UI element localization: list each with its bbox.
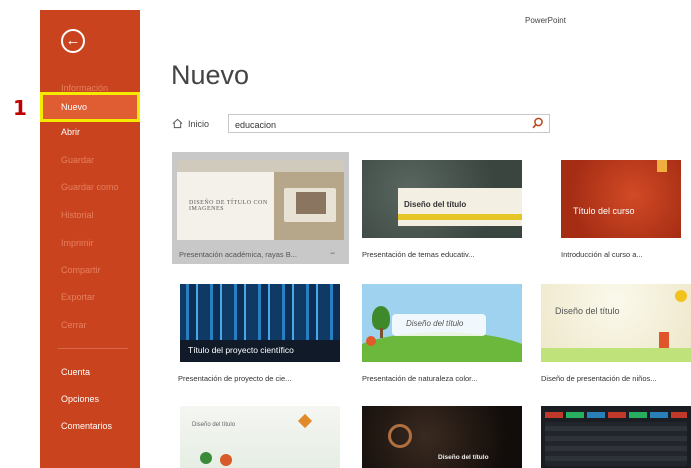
thumbnail-title: Título del curso bbox=[573, 206, 635, 216]
thumbnail-title: Diseño del título bbox=[438, 454, 489, 461]
template-thumbnail: Título del proyecto científico bbox=[180, 284, 340, 362]
sidebar-item-imprimir[interactable]: Imprimir bbox=[40, 228, 140, 258]
template-caption: Introducción al curso a... bbox=[561, 250, 643, 259]
template-thumbnail bbox=[541, 406, 691, 468]
backstage-sidebar: ← Información Nuevo Abrir Guardar Guarda… bbox=[40, 10, 140, 468]
search-icon[interactable] bbox=[530, 116, 545, 131]
template-thumbnail: Diseño del título bbox=[362, 160, 522, 238]
page-title: Nuevo bbox=[171, 60, 250, 90]
sidebar-item-cuenta[interactable]: Cuenta bbox=[40, 357, 140, 387]
template-tile[interactable]: Título del proyecto científico Presentac… bbox=[178, 284, 340, 389]
template-caption: Presentación de proyecto de cie... bbox=[178, 374, 292, 383]
thumbnail-title: Diseño del título bbox=[555, 306, 620, 316]
search-input[interactable] bbox=[229, 115, 533, 134]
sidebar-item-compartir[interactable]: Compartir bbox=[40, 255, 140, 285]
back-arrow-icon[interactable]: ← bbox=[61, 29, 85, 53]
home-icon bbox=[172, 118, 183, 129]
template-thumbnail: Título del curso bbox=[561, 160, 681, 238]
sidebar-item-abrir[interactable]: Abrir bbox=[40, 117, 140, 147]
sidebar-item-cerrar[interactable]: Cerrar bbox=[40, 310, 140, 340]
sidebar-item-guardar[interactable]: Guardar bbox=[40, 145, 140, 175]
template-caption: Presentación de temas educativ... bbox=[362, 250, 475, 259]
template-tile[interactable] bbox=[541, 406, 691, 468]
template-tile[interactable]: Diseño del título Presentación de temas … bbox=[362, 160, 522, 265]
template-tile[interactable]: Diseño del título Presentación de natura… bbox=[362, 284, 522, 389]
pin-icon[interactable]: − bbox=[330, 248, 335, 258]
template-tile[interactable]: DISEÑO DE TÍTULO CON IMAGENES Presentaci… bbox=[172, 152, 349, 264]
sidebar-item-guardar-como[interactable]: Guardar como bbox=[40, 172, 140, 202]
step-marker: 1 bbox=[13, 96, 27, 120]
thumbnail-title: DISEÑO DE TÍTULO CON IMAGENES bbox=[189, 200, 268, 212]
sidebar-divider bbox=[58, 348, 128, 349]
thumbnail-title: Diseño del título bbox=[406, 319, 464, 328]
template-tile[interactable]: Diseño del título Diseño de presentación… bbox=[541, 284, 691, 389]
thumbnail-title: Título del proyecto científico bbox=[188, 345, 294, 355]
home-link[interactable]: Inicio bbox=[172, 118, 209, 129]
home-label: Inicio bbox=[188, 119, 210, 129]
template-caption: Diseño de presentación de niños... bbox=[541, 374, 657, 383]
template-thumbnail: Diseño del título bbox=[362, 284, 522, 362]
template-tile[interactable]: Título del curso Introducción al curso a… bbox=[561, 160, 691, 265]
search-box bbox=[228, 114, 550, 134]
template-tile[interactable]: Diseño del título bbox=[362, 406, 522, 468]
template-caption: Presentación de naturaleza color... bbox=[362, 374, 478, 383]
thumbnail-title: Diseño del título bbox=[192, 422, 236, 428]
template-thumbnail: Diseño del título bbox=[362, 406, 522, 468]
sidebar-item-historial[interactable]: Historial bbox=[40, 200, 140, 230]
sidebar-item-comentarios[interactable]: Comentarios bbox=[40, 411, 140, 441]
template-thumbnail: Diseño del título bbox=[180, 406, 340, 468]
sidebar-item-exportar[interactable]: Exportar bbox=[40, 282, 140, 312]
template-caption: Presentación académica, rayas B... bbox=[179, 250, 297, 259]
template-tile[interactable]: Diseño del título bbox=[180, 406, 340, 468]
app-title: PowerPoint bbox=[525, 16, 566, 25]
template-thumbnail: Diseño del título bbox=[541, 284, 691, 362]
template-thumbnail: DISEÑO DE TÍTULO CON IMAGENES bbox=[177, 160, 344, 240]
thumbnail-title: Diseño del título bbox=[404, 200, 467, 209]
sidebar-item-opciones[interactable]: Opciones bbox=[40, 384, 140, 414]
